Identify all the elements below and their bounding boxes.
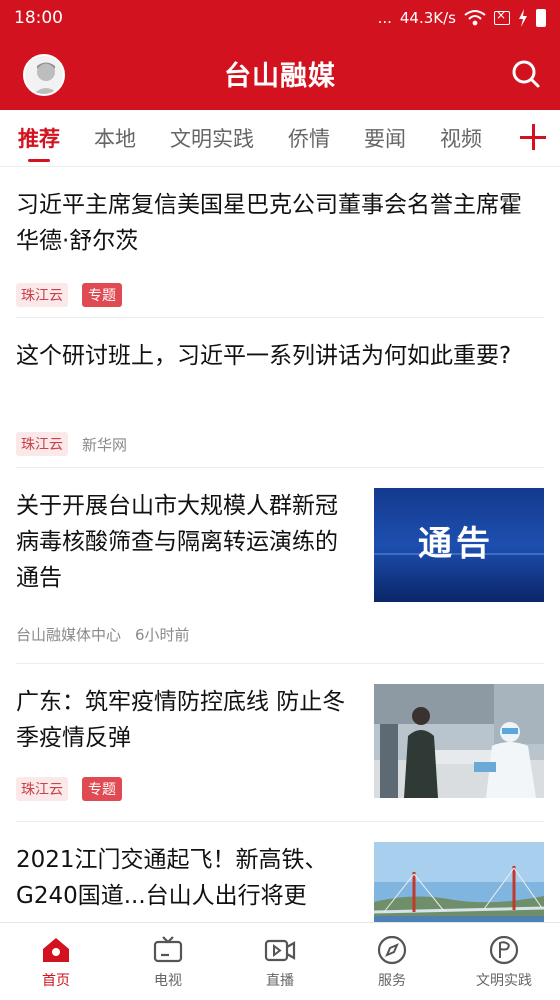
list-item[interactable]: 关于开展台山市大规模人群新冠病毒核酸筛查与隔离转运演练的通告 通告 台山融媒体中…: [16, 468, 544, 664]
list-item[interactable]: 2021江门交通起飞！新高铁、G240国道...台山人出行将更: [16, 822, 544, 922]
avatar[interactable]: [23, 54, 65, 96]
nav-tv-label: 电视: [154, 972, 182, 989]
bridge-image: [374, 842, 544, 922]
status-indicators: ... 44.3K/s: [377, 8, 546, 27]
tab-headlines[interactable]: 要闻: [364, 110, 406, 166]
nav-tv[interactable]: 电视: [112, 923, 224, 1000]
nav-services-label: 服务: [378, 972, 406, 989]
tab-video[interactable]: 视频: [440, 110, 482, 166]
article-title: 关于开展台山市大规模人群新冠病毒核酸筛查与隔离转运演练的通告: [16, 493, 338, 591]
article-title: 习近平主席复信美国星巴克公司董事会名誉主席霍华德·舒尔茨: [16, 192, 522, 254]
topic-badge: 专题: [82, 283, 122, 307]
channel-tabs: 推荐 本地 文明实践 侨情 要闻 视频: [0, 110, 520, 166]
article-meta: 珠江云 新华网: [16, 432, 127, 456]
tab-recommend[interactable]: 推荐: [18, 110, 60, 166]
tab-civilization-practice[interactable]: 文明实践: [170, 110, 254, 166]
article-title: 广东：筑牢疫情防控底线 防止冬季疫情反弹: [16, 689, 346, 751]
list-item[interactable]: 广东：筑牢疫情防控底线 防止冬季疫情反弹 珠江云 专题: [16, 664, 544, 822]
bottom-nav: 首页 电视 直播 服务 文明实践: [0, 922, 560, 1000]
article-meta: 珠江云 专题: [16, 283, 122, 307]
news-feed[interactable]: 习近平主席复信美国星巴克公司董事会名誉主席霍华德·舒尔茨 珠江云 专题 这个研讨…: [0, 167, 560, 922]
tab-overseas-chinese[interactable]: 侨情: [288, 110, 330, 166]
wifi-icon: [464, 10, 486, 26]
app-header: 台山融媒: [0, 36, 560, 110]
testing-site-image: [374, 684, 544, 798]
source-badge: 珠江云: [16, 283, 68, 307]
status-time: 18:00: [14, 8, 63, 28]
article-origin: 新华网: [82, 435, 128, 454]
status-bar: 18:00 ... 44.3K/s: [0, 0, 560, 36]
flag-circle-icon: [489, 935, 519, 964]
publish-time: 6小时前: [135, 626, 190, 644]
live-video-icon: [264, 939, 296, 961]
status-dots: ...: [377, 9, 392, 27]
user-avatar-icon: [33, 62, 59, 94]
nav-home-label: 首页: [42, 972, 70, 989]
article-thumbnail: [374, 842, 544, 922]
topic-badge: 专题: [82, 777, 122, 801]
network-speed: 44.3K/s: [399, 9, 456, 27]
nav-live-label: 直播: [266, 972, 294, 989]
sim-off-icon: [494, 8, 510, 25]
add-channel-button[interactable]: [516, 120, 550, 154]
charging-icon: [519, 9, 527, 27]
compass-icon: [377, 935, 407, 964]
article-title: 这个研讨班上，习近平一系列讲话为何如此重要?: [16, 343, 512, 369]
article-meta: 珠江云 专题: [16, 777, 122, 801]
nav-home[interactable]: 首页: [0, 923, 112, 1000]
article-thumbnail: [374, 684, 544, 798]
battery-icon: [536, 9, 546, 27]
tv-icon: [153, 935, 183, 962]
app-title: 台山融媒: [224, 60, 336, 92]
thumbnail-caption: 通告: [418, 524, 494, 564]
list-item[interactable]: 习近平主席复信美国星巴克公司董事会名誉主席霍华德·舒尔茨 珠江云 专题: [16, 167, 544, 318]
source-badge: 珠江云: [16, 777, 68, 801]
channel-tab-bar: 推荐 本地 文明实践 侨情 要闻 视频: [0, 110, 560, 167]
nav-civilization-label: 文明实践: [476, 972, 532, 989]
search-icon: [512, 60, 540, 88]
search-button[interactable]: [510, 58, 542, 90]
tab-local[interactable]: 本地: [94, 110, 136, 166]
nav-civilization-practice[interactable]: 文明实践: [448, 923, 560, 1000]
article-thumbnail: 通告: [374, 488, 544, 602]
home-icon: [43, 937, 69, 962]
nav-services[interactable]: 服务: [336, 923, 448, 1000]
list-item[interactable]: 这个研讨班上，习近平一系列讲话为何如此重要? 珠江云 新华网: [16, 318, 544, 468]
article-meta: 台山融媒体中心 6小时前: [16, 624, 190, 645]
source-name: 台山融媒体中心: [16, 626, 122, 644]
article-title: 2021江门交通起飞！新高铁、G240国道...台山人出行将更: [16, 847, 328, 909]
source-badge: 珠江云: [16, 432, 68, 456]
nav-live[interactable]: 直播: [224, 923, 336, 1000]
